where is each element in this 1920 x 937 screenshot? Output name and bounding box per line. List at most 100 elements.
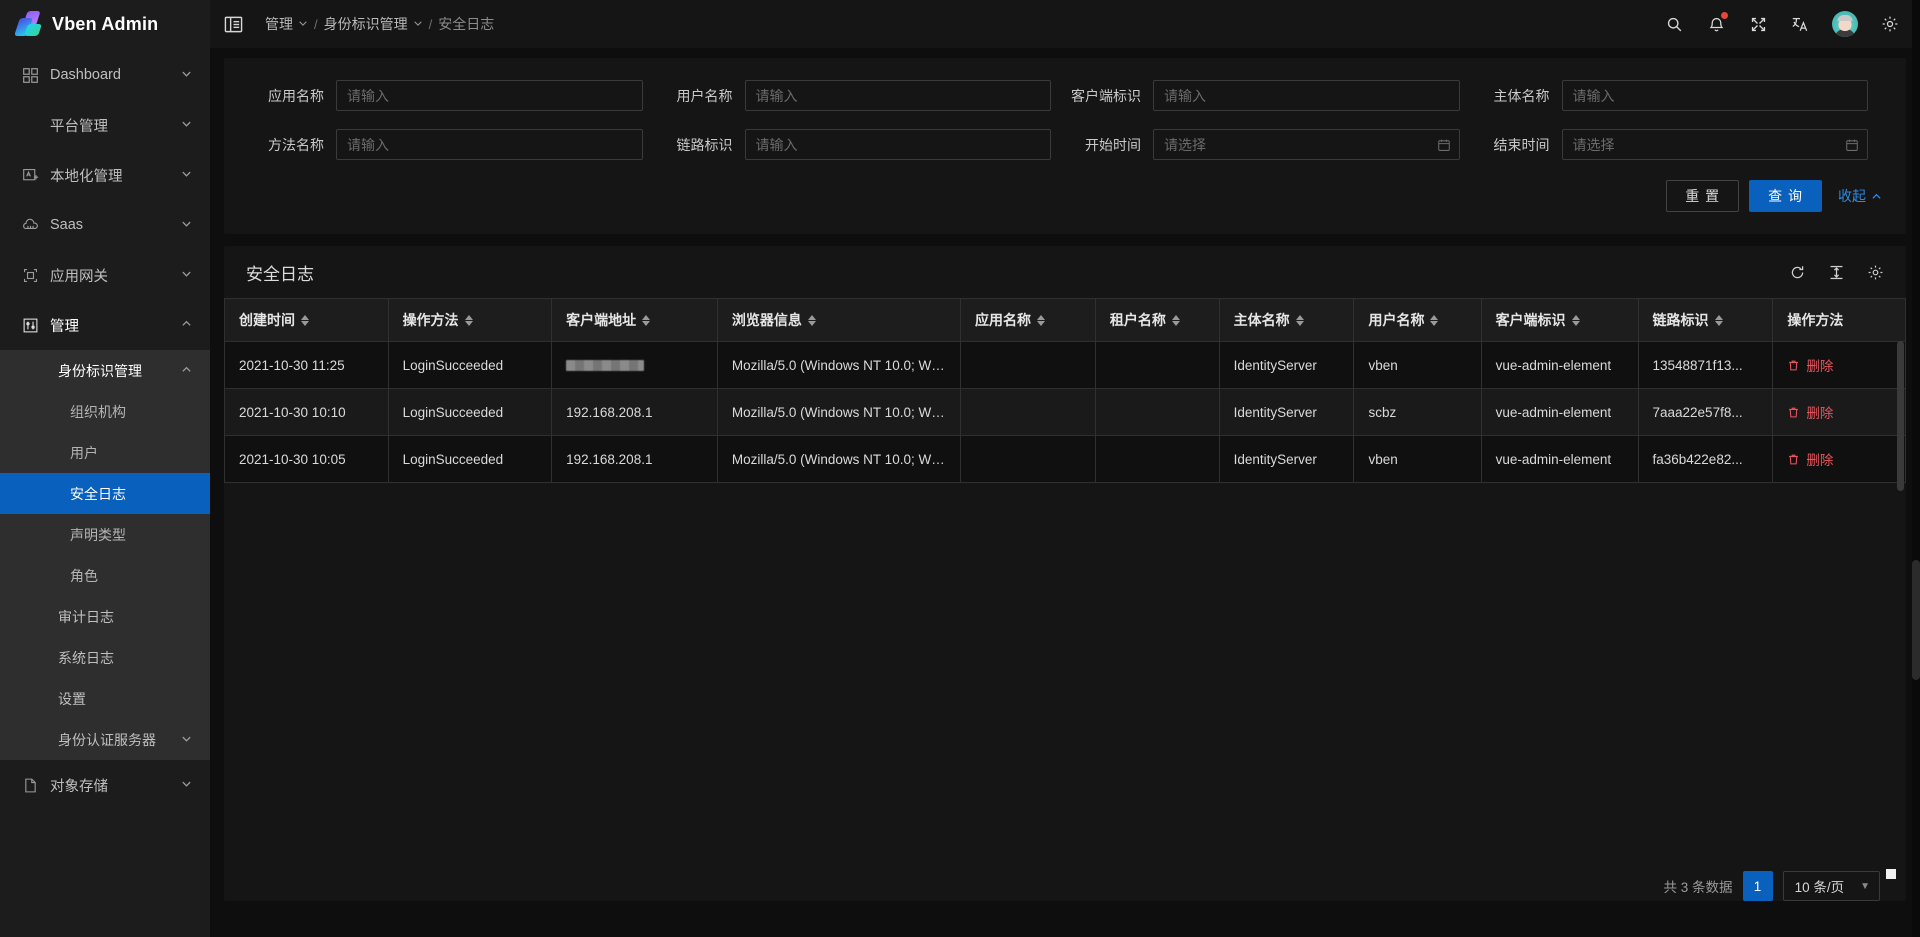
sidebar-item-3[interactable]: Saas <box>0 200 210 250</box>
table-column-header-0[interactable]: 创建时间 <box>225 299 389 342</box>
sort-icon[interactable] <box>301 315 309 326</box>
fullscreen-icon[interactable] <box>1748 14 1768 34</box>
sort-icon[interactable] <box>642 315 650 326</box>
table-column-header-1[interactable]: 操作方法 <box>388 299 552 342</box>
sidebar-item-0[interactable]: Dashboard <box>0 50 210 100</box>
column-label: 租户名称 <box>1110 310 1166 330</box>
collapse-toggle[interactable]: 收起 <box>1838 186 1882 206</box>
query-button[interactable]: 查 询 <box>1749 180 1822 212</box>
translate-icon[interactable] <box>1790 14 1810 34</box>
sort-icon[interactable] <box>1430 315 1438 326</box>
table-header-row: 创建时间操作方法 客户端地址浏览器信息应用名称租户名称 主体名称用户名称客户端标识链… <box>225 299 1906 342</box>
sidebar-item-16[interactable]: 对象存储 <box>0 760 210 810</box>
sidebar-item-label: 系统日志 <box>58 648 210 668</box>
table-column-header-7[interactable]: 用户名称 <box>1354 299 1481 342</box>
text-input[interactable] <box>336 80 643 111</box>
cell-tenant_name <box>1095 342 1219 389</box>
sidebar-item-15[interactable]: 身份认证服务器 <box>0 719 210 760</box>
breadcrumb-separator: / <box>429 17 433 32</box>
page-size-select[interactable]: 10 条/页 ▼ <box>1783 871 1880 901</box>
page-scrollbar[interactable] <box>1912 0 1920 937</box>
table-column-header-2[interactable]: 客户端地址 <box>552 299 718 342</box>
search-field-label: 链路标识 <box>657 135 745 155</box>
table-vertical-scrollbar[interactable] <box>1897 341 1904 531</box>
cell-client_ip <box>552 342 718 389</box>
chevron-down-icon <box>298 18 308 31</box>
sidebar-item-8[interactable]: 用户 <box>0 432 210 473</box>
sort-icon[interactable] <box>808 315 816 326</box>
breadcrumb-label: 管理 <box>265 14 293 34</box>
cell-action: LoginSucceeded <box>388 389 552 436</box>
cell-correlation_id: 13548871f13... <box>1638 342 1773 389</box>
cloud-icon <box>20 217 40 234</box>
breadcrumb-separator: / <box>314 17 318 32</box>
cell-created: 2021-10-30 10:10 <box>225 389 389 436</box>
sort-icon[interactable] <box>465 315 473 326</box>
cell-correlation_id: 7aaa22e57f8... <box>1638 389 1773 436</box>
text-input[interactable] <box>336 129 643 160</box>
text-input[interactable] <box>745 80 1052 111</box>
sort-icon[interactable] <box>1296 315 1304 326</box>
row-height-icon[interactable] <box>1828 264 1845 281</box>
resize-handle[interactable] <box>1886 869 1896 879</box>
bell-icon[interactable] <box>1706 14 1726 34</box>
search-icon[interactable] <box>1664 14 1684 34</box>
trash-icon <box>1787 359 1800 372</box>
sort-icon[interactable] <box>1172 315 1180 326</box>
gear-icon[interactable] <box>1880 14 1900 34</box>
text-input[interactable] <box>1153 80 1460 111</box>
column-label: 链路标识 <box>1653 310 1709 330</box>
sidebar-item-6[interactable]: 身份标识管理 <box>0 350 210 391</box>
chevron-down-icon <box>181 778 192 792</box>
sidebar-item-5[interactable]: 管理 <box>0 300 210 350</box>
sidebar: Vben Admin Dashboard平台管理本地化管理Saas应用网关管理身… <box>0 0 210 937</box>
breadcrumb-item-1[interactable]: 身份标识管理 <box>324 14 423 34</box>
sidebar-item-14[interactable]: 设置 <box>0 678 210 719</box>
avatar[interactable] <box>1832 11 1858 37</box>
sidebar-item-7[interactable]: 组织机构 <box>0 391 210 432</box>
sidebar-item-2[interactable]: 本地化管理 <box>0 150 210 200</box>
text-input[interactable] <box>745 129 1052 160</box>
text-input[interactable] <box>1562 80 1869 111</box>
table-title: 安全日志 <box>246 260 314 285</box>
sidebar-item-12[interactable]: 审计日志 <box>0 596 210 637</box>
menu-fold-icon[interactable] <box>224 15 243 34</box>
brand-logo[interactable]: Vben Admin <box>0 0 210 48</box>
sidebar-item-9[interactable]: 安全日志 <box>0 473 210 514</box>
sort-icon[interactable] <box>1715 315 1723 326</box>
sidebar-item-13[interactable]: 系统日志 <box>0 637 210 678</box>
sidebar-item-label: 设置 <box>58 689 210 709</box>
refresh-icon[interactable] <box>1789 264 1806 281</box>
table-row[interactable]: 2021-10-30 11:25LoginSucceededMozilla/5.… <box>225 342 1906 389</box>
localization-icon <box>20 167 40 184</box>
table-column-header-3[interactable]: 浏览器信息 <box>717 299 960 342</box>
gateway-icon <box>20 267 40 284</box>
table-column-header-8[interactable]: 客户端标识 <box>1481 299 1638 342</box>
table-row[interactable]: 2021-10-30 10:10LoginSucceeded192.168.20… <box>225 389 1906 436</box>
sidebar-item-1[interactable]: 平台管理 <box>0 100 210 150</box>
page-content: 应用名称用户名称客户端标识主体名称 方法名称链路标识开始时间结束时间 重 置 查… <box>210 48 1920 937</box>
sort-icon[interactable] <box>1037 315 1045 326</box>
column-setting-icon[interactable] <box>1867 264 1884 281</box>
date-input[interactable] <box>1562 129 1869 160</box>
sidebar-item-10[interactable]: 声明类型 <box>0 514 210 555</box>
reset-button[interactable]: 重 置 <box>1666 180 1739 212</box>
sidebar-item-11[interactable]: 角色 <box>0 555 210 596</box>
sidebar-item-label: 对象存储 <box>50 775 181 796</box>
table-column-header-4[interactable]: 应用名称 <box>961 299 1096 342</box>
table-row[interactable]: 2021-10-30 10:05LoginSucceeded192.168.20… <box>225 436 1906 483</box>
date-input[interactable] <box>1153 129 1460 160</box>
table-column-header-6[interactable]: 主体名称 <box>1219 299 1354 342</box>
column-label: 操作方法 <box>403 310 459 330</box>
delete-button[interactable]: 删除 <box>1787 449 1833 469</box>
sort-icon[interactable] <box>1572 315 1580 326</box>
table-column-header-5[interactable]: 租户名称 <box>1095 299 1219 342</box>
sidebar-item-4[interactable]: 应用网关 <box>0 250 210 300</box>
table-column-header-9[interactable]: 链路标识 <box>1638 299 1773 342</box>
delete-button[interactable]: 删除 <box>1787 402 1833 422</box>
breadcrumb-item-0[interactable]: 管理 <box>265 14 308 34</box>
search-form-actions: 重 置 查 询 收起 <box>248 178 1882 222</box>
delete-button[interactable]: 删除 <box>1787 355 1833 375</box>
search-field-control <box>1153 129 1460 160</box>
pagination-page-1[interactable]: 1 <box>1743 871 1773 901</box>
